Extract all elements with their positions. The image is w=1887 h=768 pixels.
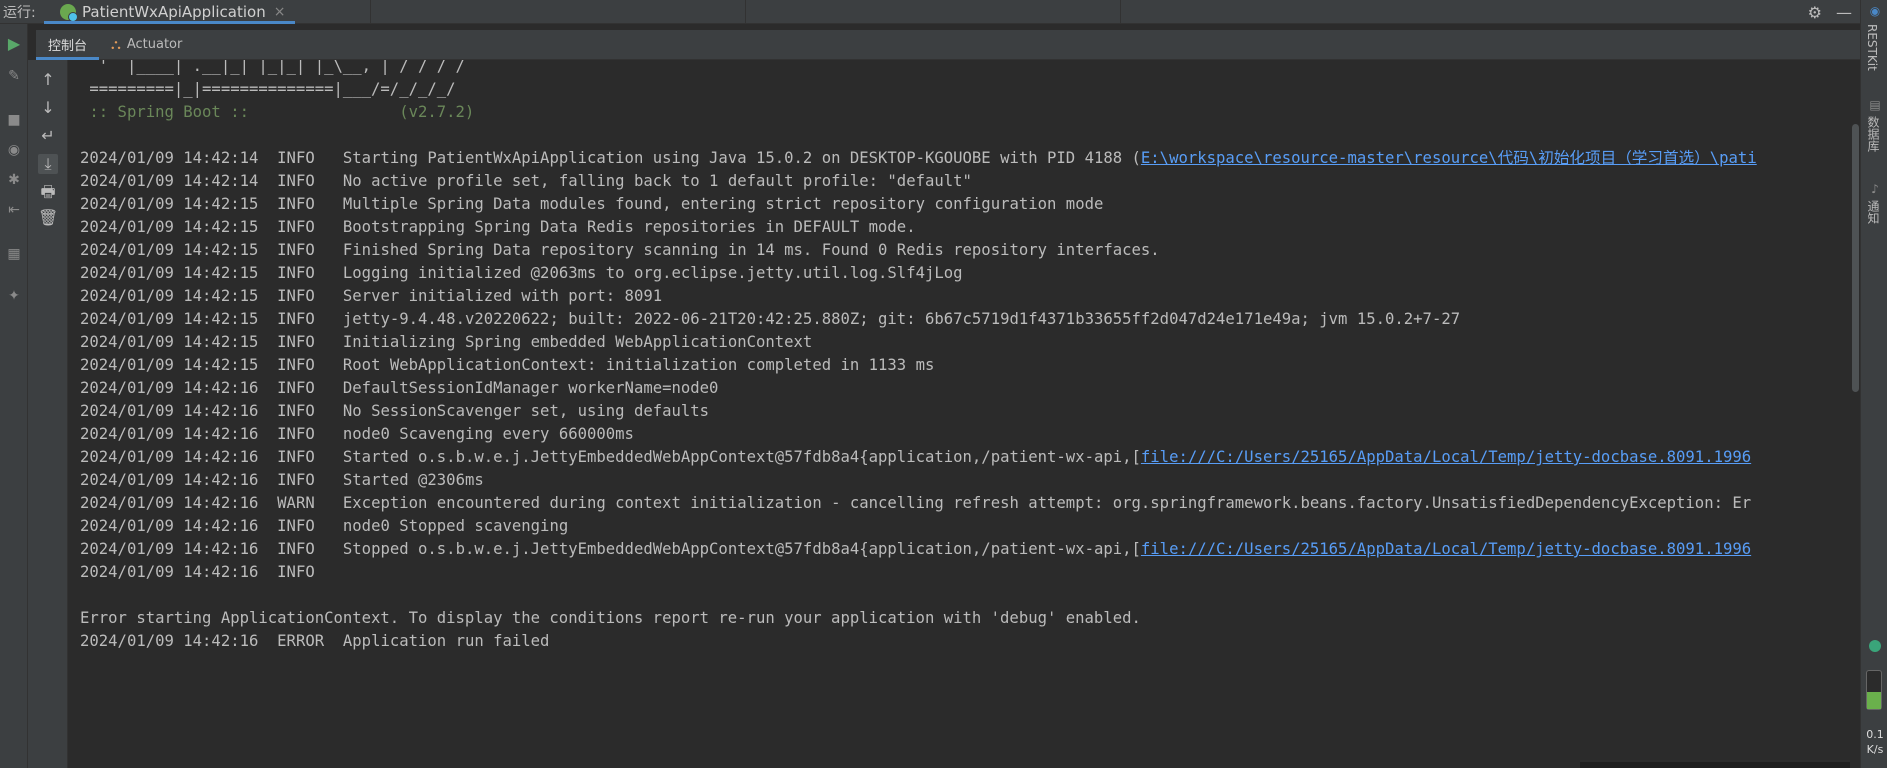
restkit-icon: ◉ bbox=[1869, 4, 1881, 18]
scroll-up-icon[interactable]: ↑ bbox=[38, 70, 58, 90]
banner-line: ' |____| .__|_| |_|_| |_\__, | / / / / bbox=[80, 60, 465, 75]
run-tool-window-header: 运行: PatientWxApiApplication × ⚙ — bbox=[0, 0, 1860, 24]
log-line: 2024/01/09 14:42:15 INFO jetty-9.4.48.v2… bbox=[80, 310, 1461, 328]
camera-icon[interactable]: ◉ bbox=[6, 142, 22, 158]
log-line: 2024/01/09 14:42:15 INFO Finished Spring… bbox=[80, 241, 1160, 259]
log-line-error: 2024/01/09 14:42:16 ERROR Application ru… bbox=[80, 632, 550, 650]
log-line: 2024/01/09 14:42:16 INFO DefaultSessionI… bbox=[80, 379, 719, 397]
log-line: 2024/01/09 14:42:16 INFO node0 Scavengin… bbox=[80, 425, 634, 443]
error-notice: Error starting ApplicationContext. To di… bbox=[80, 609, 1141, 627]
print-icon[interactable]: 🖶 bbox=[38, 182, 58, 202]
net-speed-value: 0.1 bbox=[1866, 728, 1884, 741]
right-sidebar: ◉ RESTKit ▤ 数据库 ♪ 通知 0.1 K/s bbox=[1860, 0, 1887, 768]
layout-icon[interactable]: ▦ bbox=[6, 246, 22, 262]
active-tab-indicator bbox=[44, 20, 296, 24]
memory-gauge-fill bbox=[1867, 691, 1881, 709]
run-label: 运行: bbox=[3, 4, 36, 21]
restkit-tab[interactable]: RESTKit bbox=[1865, 24, 1879, 71]
database-tab[interactable]: 数据库 bbox=[1865, 116, 1882, 152]
spring-boot-version: :: Spring Boot :: (v2.7.2) bbox=[80, 103, 475, 121]
log-line: 2024/01/09 14:42:16 INFO bbox=[80, 563, 325, 581]
log-line: 2024/01/09 14:42:14 INFO Starting Patien… bbox=[80, 149, 1757, 167]
log-line: 2024/01/09 14:42:15 INFO Logging initial… bbox=[80, 264, 963, 282]
run-play-icon[interactable]: ▶ bbox=[6, 36, 22, 52]
log-line: 2024/01/09 14:42:16 INFO Started @2306ms bbox=[80, 471, 484, 489]
tab-divider bbox=[1120, 0, 1121, 24]
status-indicator bbox=[1869, 640, 1881, 652]
scroll-down-icon[interactable]: ↓ bbox=[38, 98, 58, 118]
run-config-title: PatientWxApiApplication bbox=[82, 2, 266, 21]
actuator-icon: ⛬ bbox=[111, 36, 121, 53]
net-speed-unit: K/s bbox=[1866, 743, 1884, 756]
console-subtabs: 控制台 ⛬ Actuator bbox=[36, 30, 1860, 60]
docbase-link[interactable]: file:///C:/Users/25165/AppData/Local/Tem… bbox=[1141, 540, 1751, 558]
minimize-icon[interactable]: — bbox=[1836, 3, 1852, 22]
log-line-warn: 2024/01/09 14:42:16 WARN Exception encou… bbox=[80, 494, 1752, 512]
run-config-tab[interactable]: PatientWxApiApplication × bbox=[44, 0, 296, 24]
wrench-icon[interactable]: ✎ bbox=[6, 68, 22, 84]
scroll-to-end-icon[interactable]: ⤓ bbox=[38, 154, 58, 174]
log-line: 2024/01/09 14:42:15 INFO Initializing Sp… bbox=[80, 333, 813, 351]
left-action-strip: ▶ ✎ ■ ◉ ✱ ⇤ ▦ ✦ bbox=[0, 24, 28, 768]
console-toolbar: ↑ ↓ ↵ ⤓ 🖶 🗑 bbox=[28, 60, 68, 768]
bottom-edge bbox=[1580, 762, 1850, 768]
log-line: 2024/01/09 14:42:15 INFO Server initiali… bbox=[80, 287, 663, 305]
tab-actuator[interactable]: ⛬ Actuator bbox=[99, 30, 194, 60]
console-output[interactable]: ' |____| .__|_| |_|_| |_\__, | / / / / =… bbox=[68, 60, 1850, 768]
stop-icon[interactable]: ■ bbox=[6, 112, 22, 128]
log-line: 2024/01/09 14:42:16 INFO Started o.s.b.w… bbox=[80, 448, 1752, 466]
log-line: 2024/01/09 14:42:16 INFO No SessionScave… bbox=[80, 402, 710, 420]
spring-boot-icon bbox=[60, 3, 78, 22]
exit-icon[interactable]: ⇤ bbox=[6, 202, 22, 218]
trash-icon[interactable]: 🗑 bbox=[38, 208, 58, 228]
notifications-tab[interactable]: 通知 bbox=[1865, 200, 1882, 224]
log-line: 2024/01/09 14:42:15 INFO Root WebApplica… bbox=[80, 356, 935, 374]
tab-divider bbox=[370, 0, 371, 24]
pin-icon[interactable]: ✦ bbox=[6, 288, 22, 304]
memory-gauge bbox=[1866, 670, 1882, 710]
log-line: 2024/01/09 14:42:16 INFO Stopped o.s.b.w… bbox=[80, 540, 1752, 558]
scrollbar-thumb[interactable] bbox=[1852, 124, 1859, 392]
bell-icon: ♪ bbox=[1871, 182, 1879, 196]
log-line: 2024/01/09 14:42:14 INFO No active profi… bbox=[80, 172, 972, 190]
console-scrollbar[interactable] bbox=[1850, 60, 1860, 768]
close-tab-icon[interactable]: × bbox=[274, 4, 286, 20]
log-line: 2024/01/09 14:42:15 INFO Multiple Spring… bbox=[80, 195, 1104, 213]
log-line: 2024/01/09 14:42:15 INFO Bootstrapping S… bbox=[80, 218, 916, 236]
banner-line: =========|_|==============|___/=/_/_/_/ bbox=[80, 80, 456, 98]
log-line: 2024/01/09 14:42:16 INFO node0 Stopped s… bbox=[80, 517, 569, 535]
database-icon: ▤ bbox=[1869, 98, 1881, 112]
tab-console[interactable]: 控制台 bbox=[36, 30, 100, 60]
tab-actuator-label: Actuator bbox=[126, 37, 183, 52]
tab-divider bbox=[745, 0, 746, 24]
log-path-link[interactable]: E:\workspace\resource-master\resource\代码… bbox=[1141, 149, 1757, 167]
soft-wrap-icon[interactable]: ↵ bbox=[38, 126, 58, 146]
settings-gear-icon[interactable]: ⚙ bbox=[1808, 3, 1822, 22]
debug-bug-icon[interactable]: ✱ bbox=[6, 172, 22, 188]
docbase-link[interactable]: file:///C:/Users/25165/AppData/Local/Tem… bbox=[1141, 448, 1751, 466]
tab-console-label: 控制台 bbox=[48, 39, 88, 54]
